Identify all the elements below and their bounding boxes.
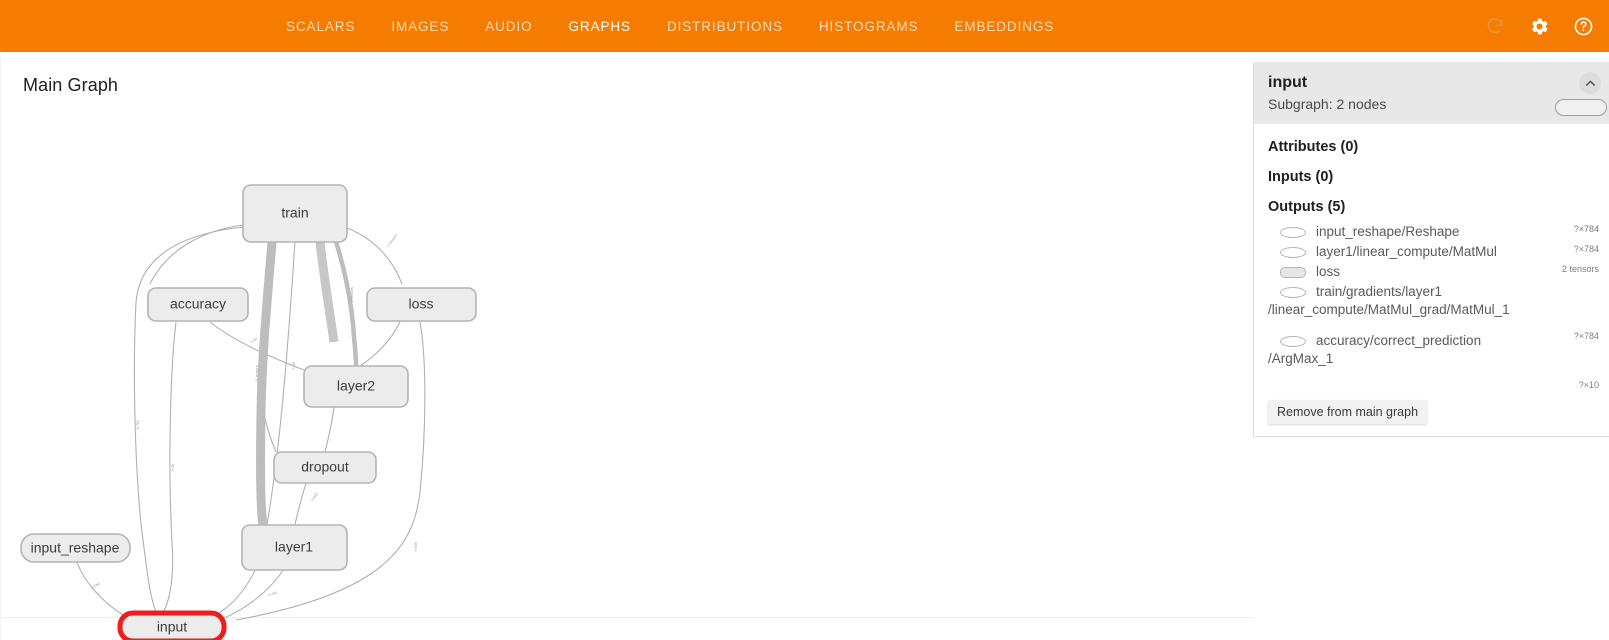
tab-distributions[interactable]: DISTRIBUTIONS xyxy=(649,0,801,52)
chevron-up-icon[interactable] xyxy=(1579,72,1601,94)
output-name-continued: /ArgMax_1 xyxy=(1268,351,1334,366)
node-color-toggle[interactable] xyxy=(1555,99,1607,116)
graph-node-layer2[interactable]: layer2 xyxy=(303,365,409,408)
edge-label: ?×784 xyxy=(267,591,278,598)
refresh-icon[interactable] xyxy=(1483,14,1507,38)
node-info-panel: input Subgraph: 2 nodes Attributes (0) I… xyxy=(1253,62,1609,437)
edge-label: ?×784 xyxy=(90,582,101,591)
edge-label: ?×500 xyxy=(414,542,418,552)
output-name: layer1/linear_compute/MatMul xyxy=(1316,244,1497,259)
tab-histograms[interactable]: HISTOGRAMS xyxy=(801,0,937,52)
node-label: train xyxy=(281,205,308,221)
graph-canvas[interactable]: ?×784 11 tensors ?×10 2 tensors ?×500 ?×… xyxy=(0,52,1253,640)
node-info-body: Attributes (0) Inputs (0) Outputs (5) in… xyxy=(1254,124,1609,390)
tensor-oval-icon xyxy=(1280,336,1306,347)
edge-label: 11 tensors xyxy=(255,365,259,382)
output-row[interactable]: loss 2 tensors xyxy=(1268,262,1599,282)
output-shape: ?×10 xyxy=(1578,380,1599,390)
node-info-subtitle: Subgraph: 2 nodes xyxy=(1268,96,1387,112)
tensor-group-icon xyxy=(1280,267,1306,278)
edge-label: ?×10 xyxy=(171,464,175,472)
edge-label: 2 tensors xyxy=(387,233,399,248)
section-inputs[interactable]: Inputs (0) xyxy=(1254,162,1609,192)
edge-label: ?×500 xyxy=(310,492,319,503)
edge-label: ?×10 xyxy=(292,362,296,370)
nav-tab-list: SCALARS IMAGES AUDIO GRAPHS DISTRIBUTION… xyxy=(268,0,1072,52)
output-name-continued: /linear_compute/MatMul_grad/MatMul_1 xyxy=(1268,302,1510,317)
node-info-footer: Remove from main graph xyxy=(1254,390,1609,436)
section-outputs[interactable]: Outputs (5) xyxy=(1254,192,1609,222)
graph-node-accuracy[interactable]: accuracy xyxy=(147,287,249,322)
tensor-oval-icon xyxy=(1280,247,1306,258)
output-row[interactable]: layer1/linear_compute/MatMul ?×784 xyxy=(1268,242,1599,262)
edge-label: 2 tensors xyxy=(350,287,354,302)
node-label: input xyxy=(157,619,187,635)
section-attributes[interactable]: Attributes (0) xyxy=(1254,132,1609,162)
node-label: layer1 xyxy=(275,539,313,555)
output-shape: ?×784 xyxy=(1573,244,1599,254)
tab-scalars[interactable]: SCALARS xyxy=(268,0,373,52)
node-label: loss xyxy=(409,296,434,312)
top-navigation-bar: SCALARS IMAGES AUDIO GRAPHS DISTRIBUTION… xyxy=(0,0,1609,52)
graph-node-layer1[interactable]: layer1 xyxy=(241,524,348,571)
help-icon[interactable] xyxy=(1571,14,1595,38)
tab-graphs[interactable]: GRAPHS xyxy=(551,0,649,52)
graph-node-loss[interactable]: loss xyxy=(366,287,477,322)
outputs-list: input_reshape/Reshape ?×784 layer1/linea… xyxy=(1254,222,1609,390)
topbar-actions xyxy=(1483,0,1595,52)
tab-images[interactable]: IMAGES xyxy=(373,0,467,52)
tab-embeddings[interactable]: EMBEDDINGS xyxy=(936,0,1072,52)
tensor-oval-icon xyxy=(1280,227,1306,238)
output-shape: 2 tensors xyxy=(1561,264,1599,274)
output-row[interactable]: accuracy/correct_prediction /ArgMax_1 ?×… xyxy=(1268,331,1599,390)
edge-label: ?×784 xyxy=(136,420,140,430)
output-name: train/gradients/layer1 xyxy=(1316,284,1443,299)
gear-icon[interactable] xyxy=(1527,14,1551,38)
graph-node-dropout[interactable]: dropout xyxy=(273,451,377,484)
node-info-header: input Subgraph: 2 nodes xyxy=(1254,63,1609,124)
remove-from-main-graph-button[interactable]: Remove from main graph xyxy=(1268,400,1428,424)
graph-node-input[interactable]: input xyxy=(117,610,227,640)
tensor-oval-icon xyxy=(1280,287,1306,298)
main-content-area: Main Graph ?×784 11 tensors ?×10 2 tenso… xyxy=(0,52,1609,640)
graph-node-train[interactable]: train xyxy=(242,184,348,243)
tab-audio[interactable]: AUDIO xyxy=(467,0,550,52)
output-row[interactable]: input_reshape/Reshape ?×784 xyxy=(1268,222,1599,242)
output-name: loss xyxy=(1316,264,1341,279)
node-label: accuracy xyxy=(170,296,226,312)
output-name: accuracy/correct_prediction xyxy=(1316,333,1482,348)
output-shape: ?×784 xyxy=(1573,224,1599,234)
node-info-title: input xyxy=(1268,74,1308,91)
node-label: input_reshape xyxy=(31,540,120,556)
output-row[interactable]: train/gradients/layer1 /linear_compute/M… xyxy=(1268,282,1599,341)
graph-node-input-reshape[interactable]: input_reshape xyxy=(20,533,131,563)
output-name: input_reshape/Reshape xyxy=(1316,224,1460,239)
node-label: layer2 xyxy=(337,378,375,394)
node-label: dropout xyxy=(301,459,349,475)
edge-label: ?×10 xyxy=(249,337,258,345)
